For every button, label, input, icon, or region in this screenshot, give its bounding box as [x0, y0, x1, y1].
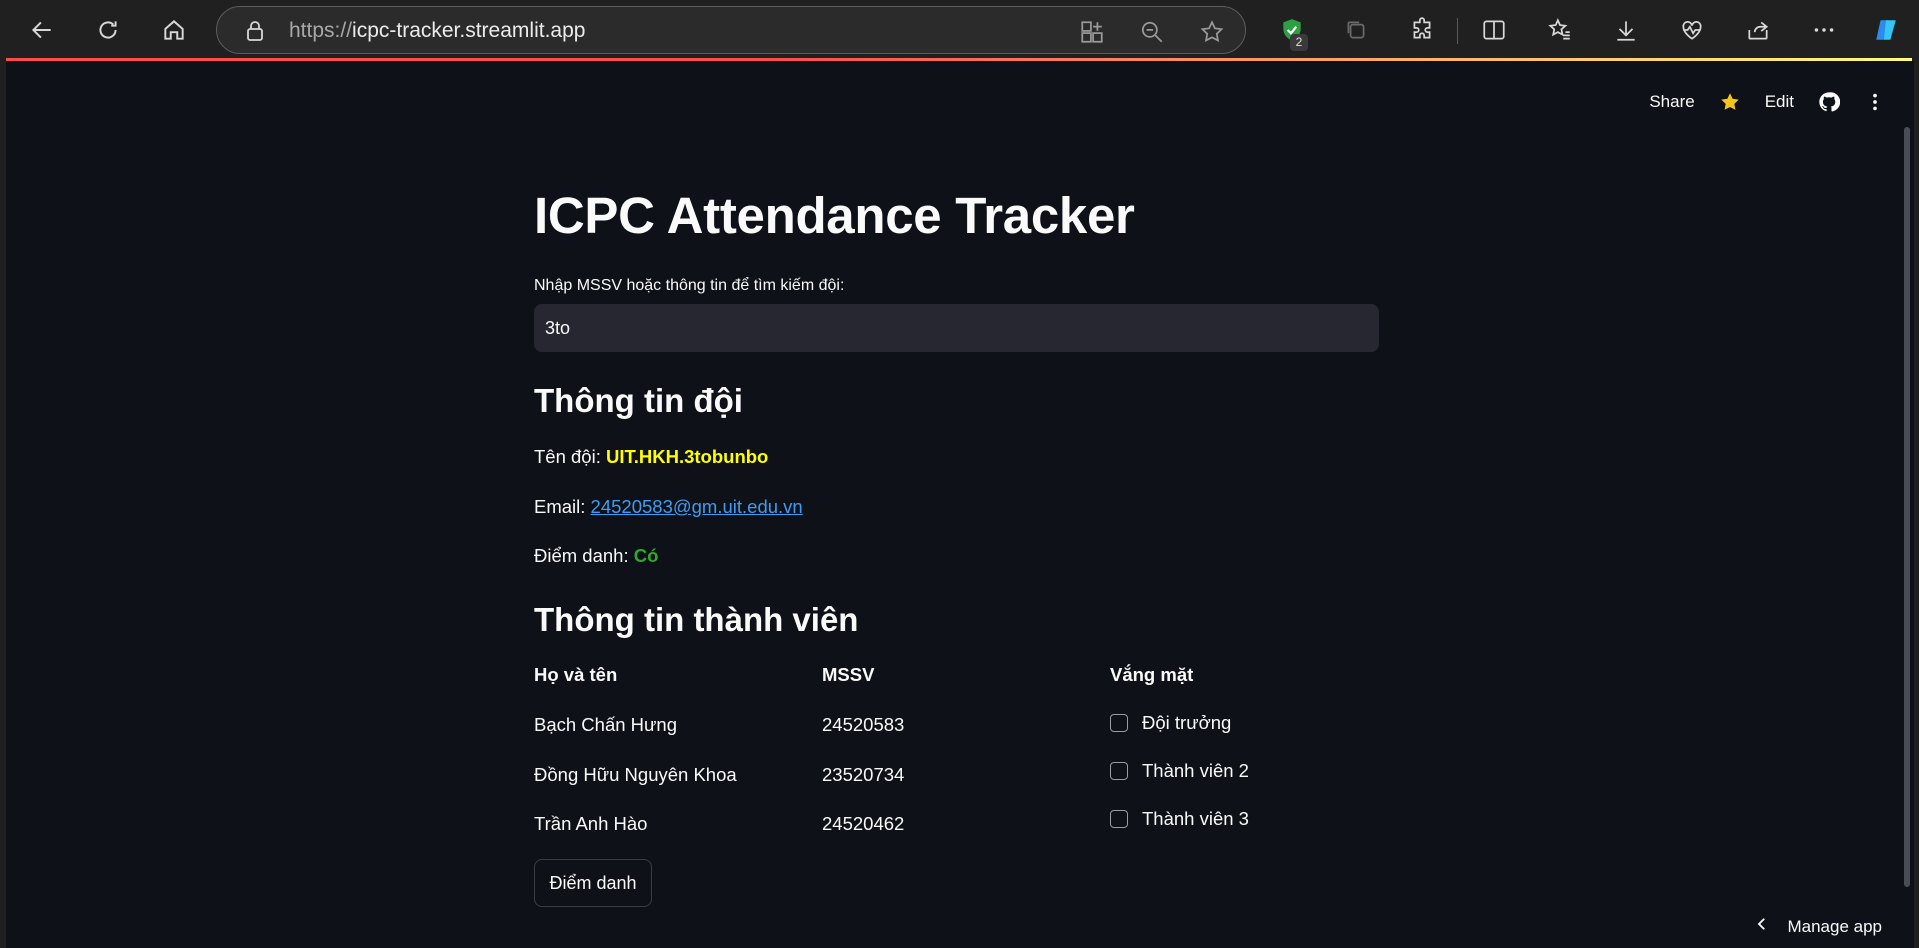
- column-header-name: Họ và tên: [534, 664, 618, 685]
- refresh-icon[interactable]: [88, 10, 128, 50]
- team-name-value: UIT.HKH.3tobunbo: [606, 446, 769, 467]
- more-options-icon[interactable]: [1804, 10, 1844, 50]
- star-icon[interactable]: [1719, 91, 1741, 113]
- toolbar-divider: [1457, 18, 1458, 44]
- main-menu-icon[interactable]: [1864, 91, 1886, 113]
- absent-checkbox-label[interactable]: Thành viên 3: [1142, 808, 1249, 830]
- attendance-submit-button[interactable]: Điểm danh: [534, 859, 652, 907]
- tab-actions-icon[interactable]: [1336, 10, 1376, 50]
- github-icon[interactable]: [1818, 91, 1840, 113]
- email-link[interactable]: 24520583@gm.uit.edu.vn: [591, 496, 803, 517]
- team-info-heading: Thông tin đội: [534, 382, 743, 419]
- member-mssv: 24520583: [822, 714, 905, 735]
- absent-checkbox-label[interactable]: Đội trưởng: [1142, 712, 1231, 734]
- app-available-icon[interactable]: [1079, 19, 1105, 45]
- downloads-icon[interactable]: [1606, 10, 1646, 50]
- split-screen-icon[interactable]: [1474, 10, 1514, 50]
- home-icon[interactable]: [154, 10, 194, 50]
- member-name: Trần Anh Hào: [534, 813, 648, 834]
- column-header-mssv: MSSV: [822, 664, 875, 685]
- email-line: Email: 24520583@gm.uit.edu.vn: [534, 496, 803, 518]
- absent-checkbox-label[interactable]: Thành viên 2: [1142, 760, 1249, 782]
- member-mssv: 23520734: [822, 764, 905, 785]
- chevron-left-icon[interactable]: [1753, 915, 1771, 938]
- member-name: Bạch Chấn Hưng: [534, 714, 677, 735]
- search-label: Nhập MSSV hoặc thông tin để tìm kiếm đội…: [534, 277, 845, 294]
- column-header-absent: Vắng mặt: [1110, 664, 1194, 685]
- member-name: Đồng Hữu Nguyên Khoa: [534, 764, 737, 785]
- favorites-icon[interactable]: [1540, 10, 1580, 50]
- address-bar[interactable]: https://icpc-tracker.streamlit.app: [216, 6, 1246, 54]
- absent-checkbox-row[interactable]: Đội trưởng: [1110, 712, 1231, 734]
- team-name-label: Tên đội:: [534, 446, 601, 467]
- extensions-puzzle-icon[interactable]: [1402, 10, 1442, 50]
- zoom-out-icon[interactable]: [1139, 19, 1165, 45]
- browser-essentials-icon[interactable]: [1672, 10, 1712, 50]
- share-browser-icon[interactable]: [1738, 10, 1778, 50]
- member-mssv: 24520462: [822, 813, 905, 834]
- browser-toolbar: https://icpc-tracker.streamlit.app 2: [0, 0, 1919, 60]
- attendance-line: Điểm danh: Có: [534, 545, 658, 567]
- search-input[interactable]: [534, 304, 1379, 352]
- members-heading: Thông tin thành viên: [534, 601, 859, 638]
- team-name-line: Tên đội: UIT.HKH.3tobunbo: [534, 446, 768, 468]
- app-toolbar: Share Edit: [1649, 91, 1886, 113]
- edit-button[interactable]: Edit: [1765, 92, 1794, 112]
- extension-badge: 2: [1290, 34, 1308, 51]
- copilot-icon[interactable]: [1866, 10, 1906, 50]
- page-title: ICPC Attendance Tracker: [534, 187, 1135, 244]
- lock-icon[interactable]: [243, 19, 267, 43]
- streamlit-app: Share Edit ICPC Attendance Tracker Nhập …: [6, 61, 1914, 948]
- favorite-star-icon[interactable]: [1199, 19, 1225, 45]
- attendance-label: Điểm danh:: [534, 545, 629, 566]
- absent-checkbox[interactable]: [1110, 762, 1128, 780]
- scrollbar[interactable]: [1904, 127, 1910, 887]
- absent-checkbox[interactable]: [1110, 714, 1128, 732]
- url-text[interactable]: https://icpc-tracker.streamlit.app: [289, 19, 585, 43]
- share-button[interactable]: Share: [1649, 92, 1694, 112]
- manage-app-label[interactable]: Manage app: [1787, 917, 1882, 937]
- email-label: Email:: [534, 496, 586, 517]
- absent-checkbox-row[interactable]: Thành viên 3: [1110, 808, 1249, 830]
- back-icon[interactable]: [22, 10, 62, 50]
- absent-checkbox-row[interactable]: Thành viên 2: [1110, 760, 1249, 782]
- attendance-status: Có: [633, 545, 659, 566]
- absent-checkbox[interactable]: [1110, 810, 1128, 828]
- manage-app-button[interactable]: Manage app: [1753, 915, 1882, 938]
